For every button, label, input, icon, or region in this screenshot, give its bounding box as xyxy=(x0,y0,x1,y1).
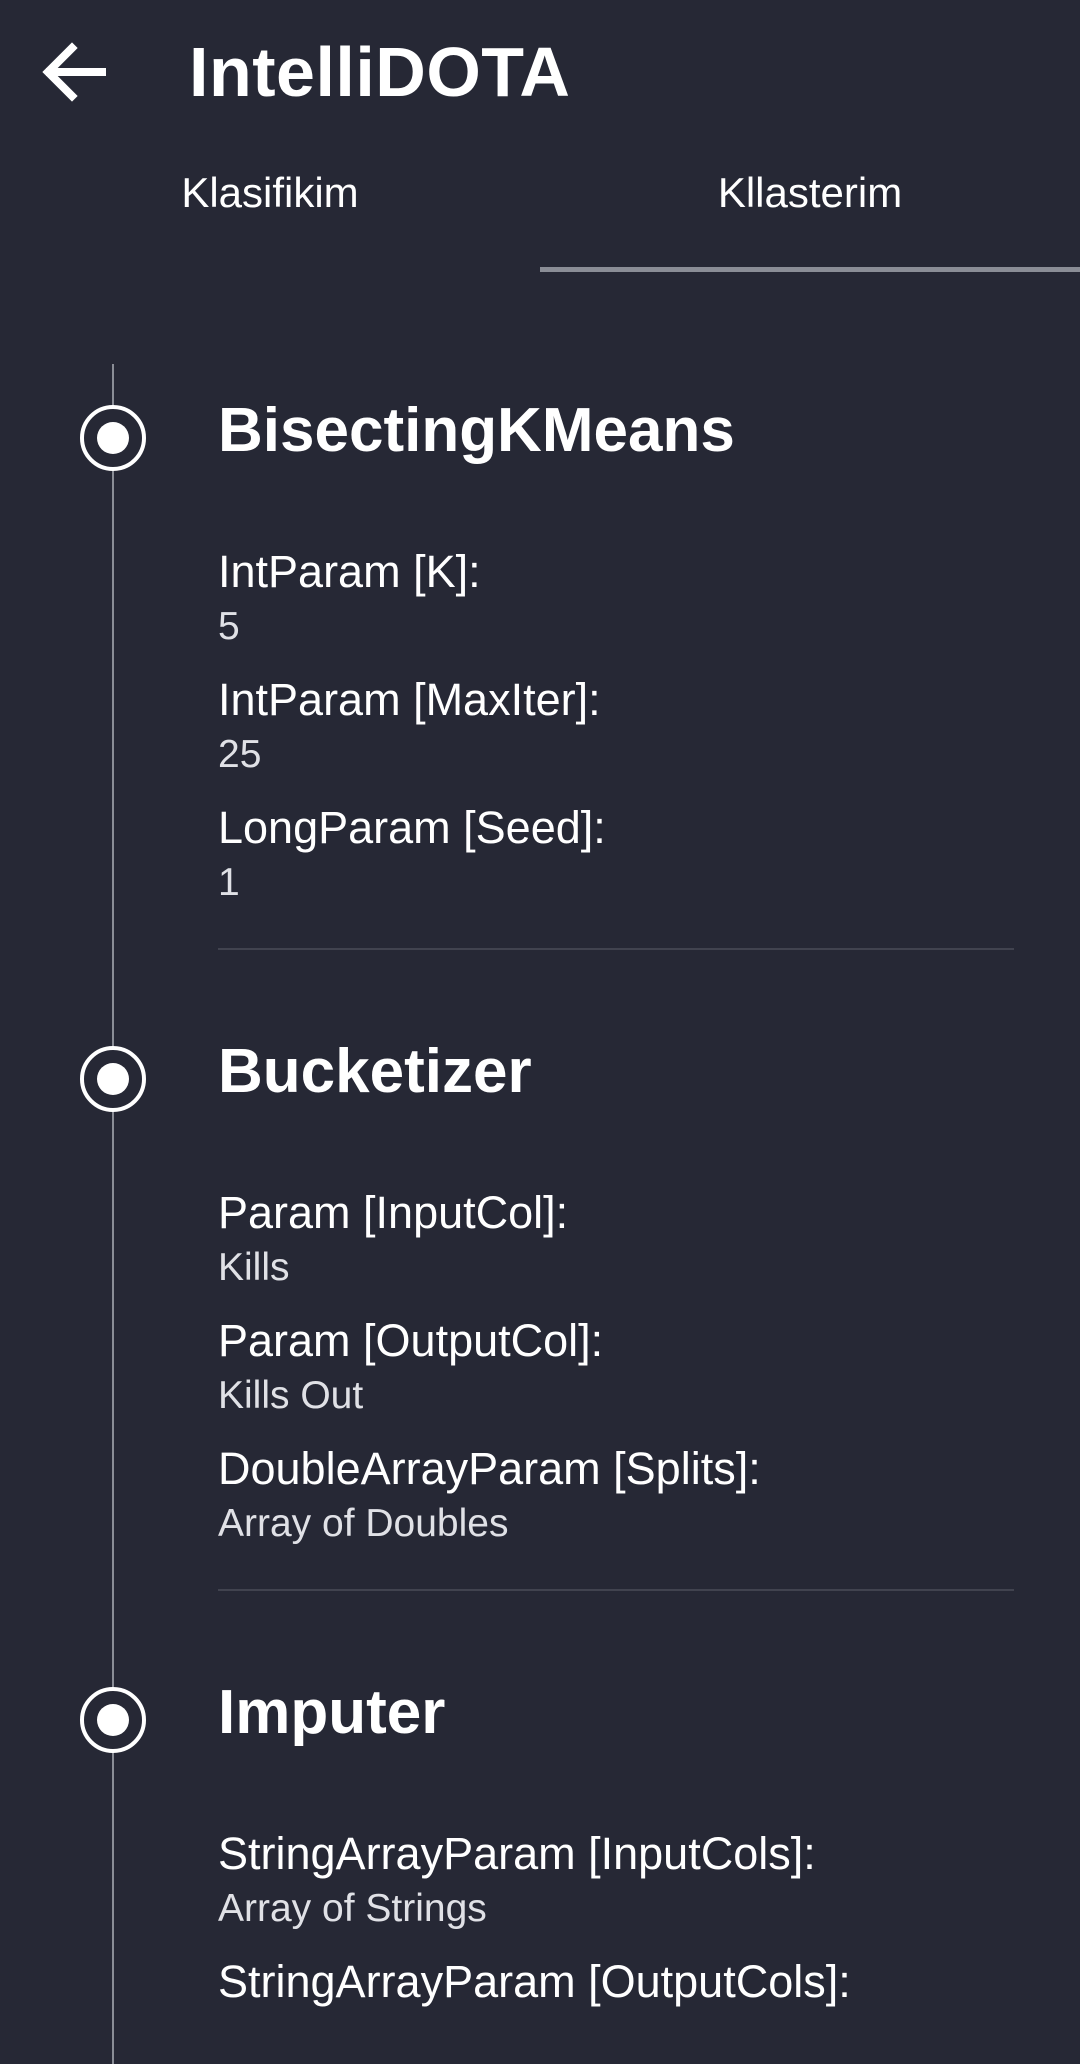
timeline-line xyxy=(112,364,114,2064)
param-value: Array of Strings xyxy=(218,1887,487,1930)
step-marker-icon xyxy=(80,405,146,471)
step-title: Imputer xyxy=(218,1678,446,1747)
param-item: LongParam [Seed]: 1 xyxy=(218,800,606,910)
param-item: Param [OutputCol]: Kills Out xyxy=(218,1313,603,1423)
param-name: IntParam [MaxIter]: xyxy=(218,674,601,725)
param-value: Kills xyxy=(218,1246,290,1289)
step-marker-icon xyxy=(80,1687,146,1753)
param-name: StringArrayParam [InputCols]: xyxy=(218,1828,816,1879)
param-value: 1 xyxy=(218,861,240,904)
step-title: Bucketizer xyxy=(218,1037,532,1106)
param-item: IntParam [MaxIter]: 25 xyxy=(218,672,601,782)
param-name: StringArrayParam [OutputCols]: xyxy=(218,1956,851,2007)
param-item: DoubleArrayParam [Splits]: Array of Doub… xyxy=(218,1441,761,1551)
app-title: IntelliDOTA xyxy=(189,33,571,111)
param-name: DoubleArrayParam [Splits]: xyxy=(218,1443,761,1494)
back-button[interactable] xyxy=(32,30,116,114)
arrow-left-icon xyxy=(42,42,106,102)
param-name: IntParam [K]: xyxy=(218,546,481,597)
param-item: StringArrayParam [InputCols]: Array of S… xyxy=(218,1826,816,1936)
param-item: StringArrayParam [OutputCols]: xyxy=(218,1954,851,2010)
param-item: Param [InputCol]: Kills xyxy=(218,1185,568,1295)
tab-kllasterim[interactable]: Kllasterim xyxy=(540,150,1080,272)
param-item: IntParam [K]: 5 xyxy=(218,544,481,654)
param-value: Array of Doubles xyxy=(218,1502,509,1545)
step-marker-icon xyxy=(80,1046,146,1112)
tab-klasifikim[interactable]: Klasifikim xyxy=(0,150,540,272)
step-title: BisectingKMeans xyxy=(218,396,735,465)
step-divider xyxy=(218,1589,1014,1591)
param-name: Param [InputCol]: xyxy=(218,1187,569,1238)
app-bar: IntelliDOTA xyxy=(0,0,1080,140)
tab-bar: Klasifikim Kllasterim xyxy=(0,150,1080,272)
param-value: 5 xyxy=(218,605,240,648)
param-value: Kills Out xyxy=(218,1374,364,1417)
param-name: LongParam [Seed]: xyxy=(218,802,606,853)
param-name: Param [OutputCol]: xyxy=(218,1315,604,1366)
step-divider xyxy=(218,948,1014,950)
pipeline-timeline: BisectingKMeans IntParam [K]: 5 IntParam… xyxy=(0,272,1080,2064)
param-value: 25 xyxy=(218,733,262,776)
